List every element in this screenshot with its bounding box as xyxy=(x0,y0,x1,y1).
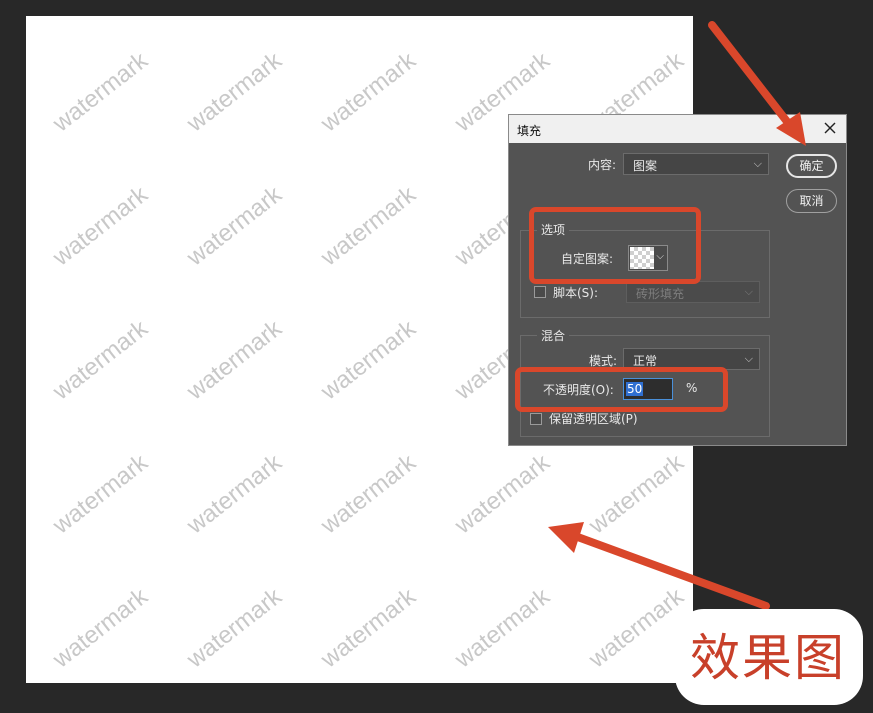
effect-caption: 效果图 xyxy=(690,629,846,687)
arrow-annotation-icon xyxy=(548,21,806,610)
